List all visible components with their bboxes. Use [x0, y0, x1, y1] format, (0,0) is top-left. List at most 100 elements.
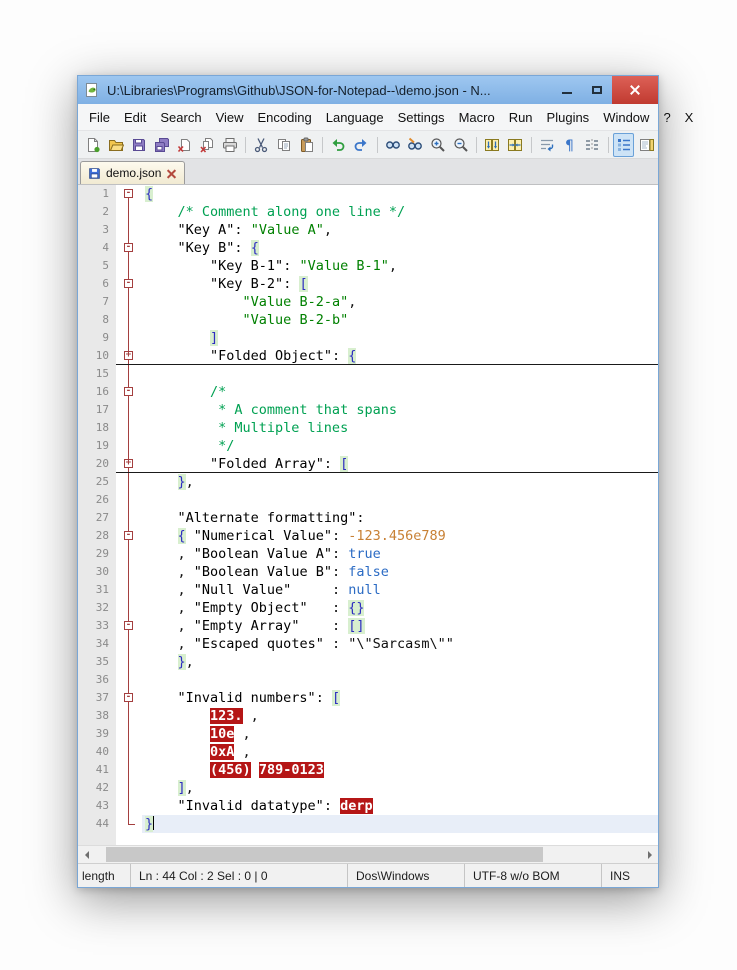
fold-collapse-icon[interactable]: - — [124, 279, 133, 288]
code-text[interactable]: { "Numerical Value": -123.456e789 — [142, 527, 658, 545]
menu-item-language[interactable]: Language — [319, 107, 391, 128]
code-text[interactable]: 0xA , — [142, 743, 658, 761]
tab-demo-json[interactable]: demo.json — [80, 161, 186, 184]
code-text[interactable]: 10e , — [142, 725, 658, 743]
close-file-button[interactable] — [174, 133, 195, 157]
code-text[interactable]: (456) 789-0123 — [142, 761, 658, 779]
maximize-button[interactable] — [582, 76, 612, 104]
code-text[interactable]: /* Comment along one line */ — [142, 203, 658, 221]
menu-item-help[interactable]: ? — [656, 107, 677, 128]
editor[interactable]: 1-{2 /* Comment along one line */3 "Key … — [78, 185, 658, 845]
code-text[interactable]: * Multiple lines — [142, 419, 658, 437]
menu-item-edit[interactable]: Edit — [117, 107, 153, 128]
code-text[interactable]: "Key B": { — [142, 239, 658, 257]
save-all-button[interactable] — [151, 133, 172, 157]
code-text[interactable]: , "Escaped quotes" : "\"Sarcasm\"" — [142, 635, 658, 653]
fold-collapse-icon[interactable]: - — [124, 243, 133, 252]
code-text[interactable]: "Key B-2": [ — [142, 275, 658, 293]
open-file-button[interactable] — [106, 133, 127, 157]
code-text[interactable]: ] — [142, 329, 658, 347]
code-text[interactable]: , "Null Value" : null — [142, 581, 658, 599]
toolbar: ¶ — [78, 131, 658, 159]
copy-button[interactable] — [274, 133, 295, 157]
horizontal-scrollbar[interactable] — [78, 845, 658, 863]
status-typing-mode[interactable]: INS — [601, 864, 658, 887]
code-text[interactable]: "Invalid numbers": [ — [142, 689, 658, 707]
document-map-button[interactable] — [636, 133, 657, 157]
code-text[interactable]: , "Boolean Value B": false — [142, 563, 658, 581]
sync-horizontal-button[interactable] — [505, 133, 526, 157]
code-text[interactable]: { — [142, 185, 658, 203]
close-button[interactable] — [612, 76, 658, 104]
replace-button[interactable] — [405, 133, 426, 157]
menu-item-search[interactable]: Search — [153, 107, 208, 128]
menu-item-window[interactable]: Window — [596, 107, 656, 128]
code-text[interactable]: }, — [142, 653, 658, 671]
new-file-button[interactable] — [83, 133, 104, 157]
code-text[interactable]: */ — [142, 437, 658, 455]
code-text[interactable]: "Value B-2-a", — [142, 293, 658, 311]
title-bar[interactable]: U:\Libraries\Programs\Github\JSON-for-No… — [78, 76, 658, 104]
scroll-left-arrow[interactable] — [78, 846, 95, 863]
print-button[interactable] — [219, 133, 240, 157]
fold-collapse-icon[interactable]: - — [124, 189, 133, 198]
line-number: 20 — [95, 457, 109, 470]
menu-item-file[interactable]: File — [82, 107, 117, 128]
fold-margin-cell — [116, 599, 142, 617]
toolbar-separator — [607, 136, 609, 153]
code-text[interactable]: * A comment that spans — [142, 401, 658, 419]
scrollbar-thumb[interactable] — [105, 847, 543, 862]
zoom-out-button[interactable] — [451, 133, 472, 157]
code-text[interactable] — [142, 671, 658, 689]
menu-item-plugins[interactable]: Plugins — [540, 107, 597, 128]
code-text[interactable]: "Alternate formatting": — [142, 509, 658, 527]
menu-item-x[interactable]: X — [678, 107, 701, 128]
indent-guide-button[interactable] — [582, 133, 603, 157]
minimize-button[interactable] — [552, 76, 582, 104]
fold-collapse-icon[interactable]: - — [124, 387, 133, 396]
menu-item-encoding[interactable]: Encoding — [251, 107, 319, 128]
function-list-button[interactable] — [613, 132, 635, 157]
code-text[interactable]: "Value B-2-b" — [142, 311, 658, 329]
code-text[interactable]: /* — [142, 383, 658, 401]
tab-close-icon[interactable] — [166, 168, 177, 179]
menu-item-run[interactable]: Run — [502, 107, 540, 128]
code-text[interactable]: } — [142, 815, 658, 833]
word-wrap-button[interactable] — [536, 133, 557, 157]
fold-collapse-icon[interactable]: - — [124, 531, 133, 540]
fold-collapse-icon[interactable]: - — [124, 693, 133, 702]
code-text[interactable] — [142, 491, 658, 509]
code-text[interactable]: "Folded Array": [ — [142, 455, 658, 473]
sync-vertical-button[interactable] — [482, 133, 503, 157]
code-text[interactable]: "Invalid datatype": derp — [142, 797, 658, 815]
scrollbar-track[interactable] — [95, 846, 641, 863]
fold-collapse-icon[interactable]: - — [124, 621, 133, 630]
code-text[interactable] — [142, 365, 658, 383]
fold-expand-icon[interactable]: + — [124, 351, 133, 360]
code-text[interactable]: "Key A": "Value A", — [142, 221, 658, 239]
menu-item-view[interactable]: View — [209, 107, 251, 128]
sync-horizontal-icon — [508, 138, 523, 151]
menu-item-settings[interactable]: Settings — [391, 107, 452, 128]
show-all-characters-button[interactable]: ¶ — [559, 133, 580, 157]
code-text[interactable]: ], — [142, 779, 658, 797]
code-text[interactable]: , "Boolean Value A": true — [142, 545, 658, 563]
menu-item-macro[interactable]: Macro — [452, 107, 502, 128]
redo-button[interactable] — [351, 133, 372, 157]
find-button[interactable] — [382, 133, 403, 157]
code-text[interactable]: "Folded Object": { — [142, 347, 658, 365]
code-text[interactable]: , "Empty Object" : {} — [142, 599, 658, 617]
undo-button[interactable] — [328, 133, 349, 157]
line-number: 7 — [102, 295, 109, 308]
paste-button[interactable] — [296, 133, 317, 157]
code-text[interactable]: 123. , — [142, 707, 658, 725]
cut-button[interactable] — [251, 133, 272, 157]
code-text[interactable]: }, — [142, 473, 658, 491]
fold-expand-icon[interactable]: + — [124, 459, 133, 468]
save-button[interactable] — [128, 133, 149, 157]
scroll-right-arrow[interactable] — [641, 846, 658, 863]
close-all-button[interactable] — [197, 133, 218, 157]
code-text[interactable]: , "Empty Array" : [] — [142, 617, 658, 635]
code-text[interactable]: "Key B-1": "Value B-1", — [142, 257, 658, 275]
zoom-in-button[interactable] — [428, 133, 449, 157]
